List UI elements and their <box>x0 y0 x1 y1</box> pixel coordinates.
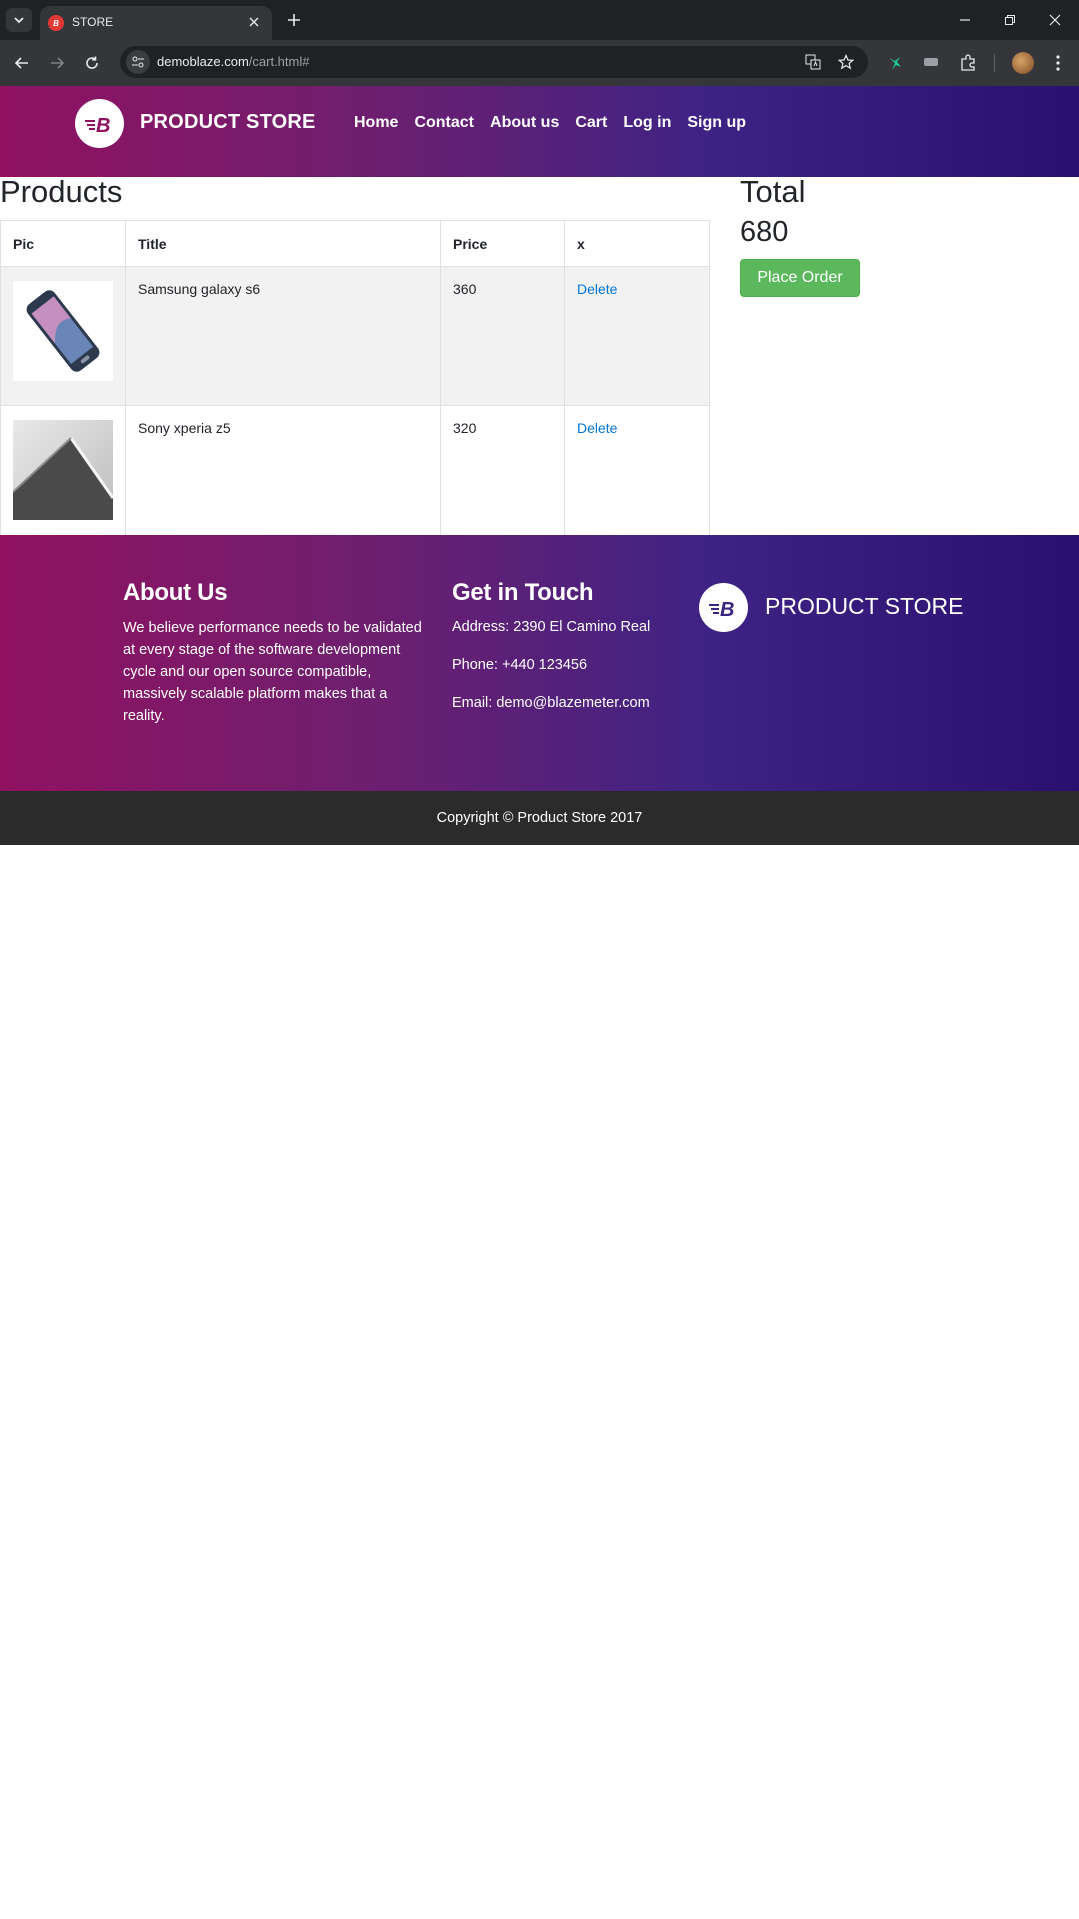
url-path: /cart.html# <box>248 54 310 69</box>
tab-search-button[interactable] <box>6 8 32 32</box>
plus-icon <box>288 14 300 26</box>
blazemeter-logo-icon: B <box>708 599 734 620</box>
reload-icon <box>86 56 98 69</box>
nav-sign-up[interactable]: Sign up <box>687 114 746 132</box>
table-header-row: Pic Title Price x <box>0 220 710 267</box>
footer-logo-icon: B <box>699 583 748 632</box>
nav-home[interactable]: Home <box>354 114 398 132</box>
svg-text:B: B <box>720 599 734 620</box>
site-footer: About Us We believe performance needs to… <box>0 535 1079 791</box>
reload-button[interactable] <box>80 51 104 75</box>
place-order-button[interactable]: Place Order <box>740 259 860 297</box>
url-text: demoblaze.com/cart.html# <box>157 54 309 69</box>
delete-link[interactable]: Delete <box>577 420 617 436</box>
nav-log-in[interactable]: Log in <box>623 114 671 132</box>
close-icon <box>1049 14 1061 26</box>
cell-pic <box>0 405 126 545</box>
browser-toolbar: demoblaze.com/cart.html# new <box>0 40 1079 116</box>
total-value: 680 <box>740 216 789 248</box>
minimize-icon <box>960 19 970 21</box>
restore-button[interactable] <box>990 6 1030 34</box>
samsung-galaxy-s6-image <box>13 281 113 381</box>
footer-phone: Phone: +440 123456 <box>452 657 588 673</box>
url-host: demoblaze.com <box>157 54 249 69</box>
footer-about-text: We believe performance needs to be valid… <box>123 620 422 724</box>
back-button[interactable] <box>10 51 34 75</box>
translate-icon <box>805 54 821 70</box>
site-info-button[interactable] <box>126 50 150 74</box>
star-icon <box>838 54 854 70</box>
minimize-button[interactable] <box>945 6 985 34</box>
products-heading: Products <box>0 174 123 209</box>
site-navbar: B PRODUCT STORE Home Contact About us Ca… <box>0 86 1079 177</box>
nav-about-us[interactable]: About us <box>490 114 559 132</box>
extensions-button[interactable] <box>956 51 980 75</box>
translate-button[interactable] <box>803 52 823 72</box>
hummingbird-icon <box>889 57 901 70</box>
bookmark-button[interactable] <box>836 52 856 72</box>
svg-text:B: B <box>96 115 110 136</box>
nav-cart[interactable]: Cart <box>575 114 607 132</box>
cart-table: Pic Title Price x Samsung galaxy s6 360 … <box>0 220 710 545</box>
address-bar[interactable]: demoblaze.com/cart.html# <box>120 46 868 78</box>
browser-tabbar: B STORE <box>0 0 1079 40</box>
cell-pic <box>0 266 126 406</box>
tab-close-button[interactable] <box>244 12 264 32</box>
main-menu: Home Contact About us Cart Log in Sign u… <box>354 114 762 132</box>
new-tab-button[interactable] <box>282 8 306 32</box>
toolbar-separator <box>994 54 995 72</box>
puzzle-icon <box>961 54 975 71</box>
table-row: Samsung galaxy s6 360 Delete <box>0 266 710 406</box>
profile-avatar[interactable] <box>1012 52 1034 74</box>
nav-contact[interactable]: Contact <box>414 114 474 132</box>
cell-action: Delete <box>564 266 710 406</box>
column-header-price: Price <box>440 220 565 267</box>
brand-name[interactable]: PRODUCT STORE <box>140 111 316 134</box>
column-header-x: x <box>564 220 710 267</box>
cell-action: Delete <box>564 405 710 545</box>
forward-button[interactable] <box>45 51 69 75</box>
copyright-text: Copyright © Product Store 2017 <box>436 810 643 826</box>
tune-icon <box>132 56 144 68</box>
cell-price: 320 <box>440 405 565 545</box>
cell-title: Sony xperia z5 <box>125 405 441 545</box>
extension-badge-icon <box>924 58 938 66</box>
kebab-menu-icon <box>1056 55 1060 71</box>
footer-address: Address: 2390 El Camino Real <box>452 619 651 635</box>
close-window-button[interactable] <box>1035 6 1075 34</box>
footer-about-title: About Us <box>123 579 228 606</box>
footer-contact-title: Get in Touch <box>452 579 594 606</box>
browser-tab-active[interactable]: B STORE <box>40 6 272 40</box>
arrow-left-icon <box>14 57 28 69</box>
total-heading: Total <box>740 174 806 209</box>
footer-email: Email: demo@blazemeter.com <box>452 695 650 711</box>
blazemeter-logo-icon: B <box>84 115 110 136</box>
arrow-right-icon <box>51 57 65 69</box>
browser-menu-button[interactable] <box>1046 51 1070 75</box>
sony-xperia-z5-image <box>13 420 113 520</box>
table-row: Sony xperia z5 320 Delete <box>0 405 710 545</box>
restore-icon <box>1005 15 1015 25</box>
footer-brand: PRODUCT STORE <box>765 593 964 619</box>
tab-title: STORE <box>72 15 114 29</box>
cell-price: 360 <box>440 266 565 406</box>
extension-hummingbird-button[interactable] <box>883 51 907 75</box>
copyright-bar: Copyright © Product Store 2017 <box>0 791 1079 845</box>
chevron-down-icon <box>14 17 24 24</box>
extension-new-button[interactable] <box>919 51 943 75</box>
cell-title: Samsung galaxy s6 <box>125 266 441 406</box>
column-header-title: Title <box>125 220 441 267</box>
store-favicon-icon: B <box>48 15 64 31</box>
delete-link[interactable]: Delete <box>577 281 617 297</box>
close-icon <box>249 17 259 27</box>
brand-logo-icon[interactable]: B <box>75 99 124 148</box>
column-header-pic: Pic <box>0 220 126 267</box>
